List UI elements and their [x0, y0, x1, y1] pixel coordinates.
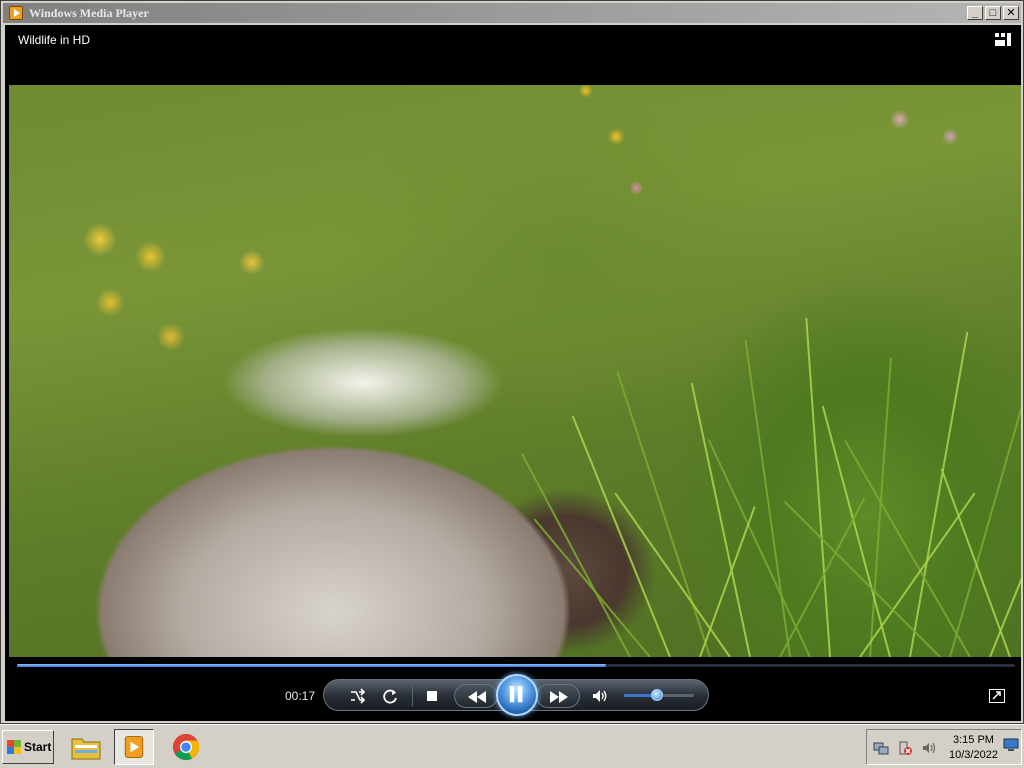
now-playing-header: Wildlife in HD — [5, 25, 1021, 85]
clock-time[interactable]: 3:15 PM — [953, 734, 994, 746]
video-display[interactable] — [9, 85, 1021, 657]
video-grass-blade — [521, 453, 631, 657]
stop-icon[interactable] — [422, 686, 442, 706]
title-bar[interactable]: Windows Media Player _ □ ✕ — [3, 3, 1021, 23]
minimize-button[interactable]: _ — [967, 6, 983, 20]
start-button[interactable]: Start — [2, 730, 54, 764]
repeat-icon[interactable] — [380, 686, 400, 706]
video-grass-blade — [805, 317, 831, 657]
video-grass-blade — [779, 497, 866, 657]
system-tray: 3:15 PM 10/3/2022 — [866, 729, 1022, 765]
video-grass-blade — [699, 506, 756, 657]
taskbar-windows-media-player[interactable] — [114, 729, 154, 765]
video-grass-blade — [821, 405, 891, 657]
seek-bar-progress — [17, 664, 606, 667]
play-pause-button[interactable] — [496, 674, 538, 716]
network-icon[interactable] — [873, 740, 889, 761]
show-desktop-icon[interactable] — [1003, 738, 1019, 757]
taskbar: Start 3:15 PM 10/3/2022 — [0, 724, 1024, 768]
video-grass-blade — [869, 357, 892, 657]
chrome-icon — [172, 733, 200, 761]
previous-button[interactable] — [454, 684, 498, 708]
close-button[interactable]: ✕ — [1003, 6, 1019, 20]
wmp-window: Windows Media Player _ □ ✕ Wildlife in H… — [0, 0, 1024, 724]
video-grass-blade — [783, 500, 941, 657]
speaker-icon[interactable] — [590, 686, 610, 706]
volume-icon[interactable] — [921, 740, 937, 761]
media-title: Wildlife in HD — [18, 33, 91, 47]
window-controls: _ □ ✕ — [967, 6, 1019, 20]
volume-slider-thumb[interactable] — [650, 689, 663, 701]
video-grass-blade — [744, 339, 791, 657]
video-grass-blade — [614, 492, 731, 657]
pause-icon — [509, 685, 523, 703]
seek-bar[interactable] — [17, 664, 1015, 667]
taskbar-file-explorer[interactable] — [66, 729, 106, 765]
taskbar-google-chrome[interactable] — [166, 729, 206, 765]
elapsed-time: 00:17 — [285, 689, 316, 703]
clock-date[interactable]: 10/3/2022 — [949, 749, 998, 761]
fullscreen-icon[interactable] — [989, 689, 1005, 703]
maximize-button[interactable]: □ — [985, 6, 1001, 20]
playback-controls — [323, 674, 709, 716]
folder-icon — [71, 738, 101, 760]
separator — [412, 686, 413, 706]
wmp-icon — [9, 6, 23, 20]
video-grass-blade — [909, 331, 969, 657]
video-grass-blade — [533, 518, 651, 657]
previous-icon — [468, 691, 486, 703]
player-area: Wildlife in HD 00:17 — [5, 25, 1021, 721]
switch-to-library-icon[interactable] — [995, 33, 1011, 47]
shuffle-icon[interactable] — [348, 686, 368, 706]
wmp-icon — [124, 736, 144, 758]
windows-logo-icon — [7, 740, 21, 754]
action-center-icon[interactable] — [897, 740, 913, 761]
window-title: Windows Media Player — [29, 5, 149, 20]
next-button[interactable] — [536, 684, 580, 708]
start-label: Start — [24, 740, 52, 754]
next-icon — [550, 691, 568, 703]
video-grass-blade — [940, 468, 1011, 657]
